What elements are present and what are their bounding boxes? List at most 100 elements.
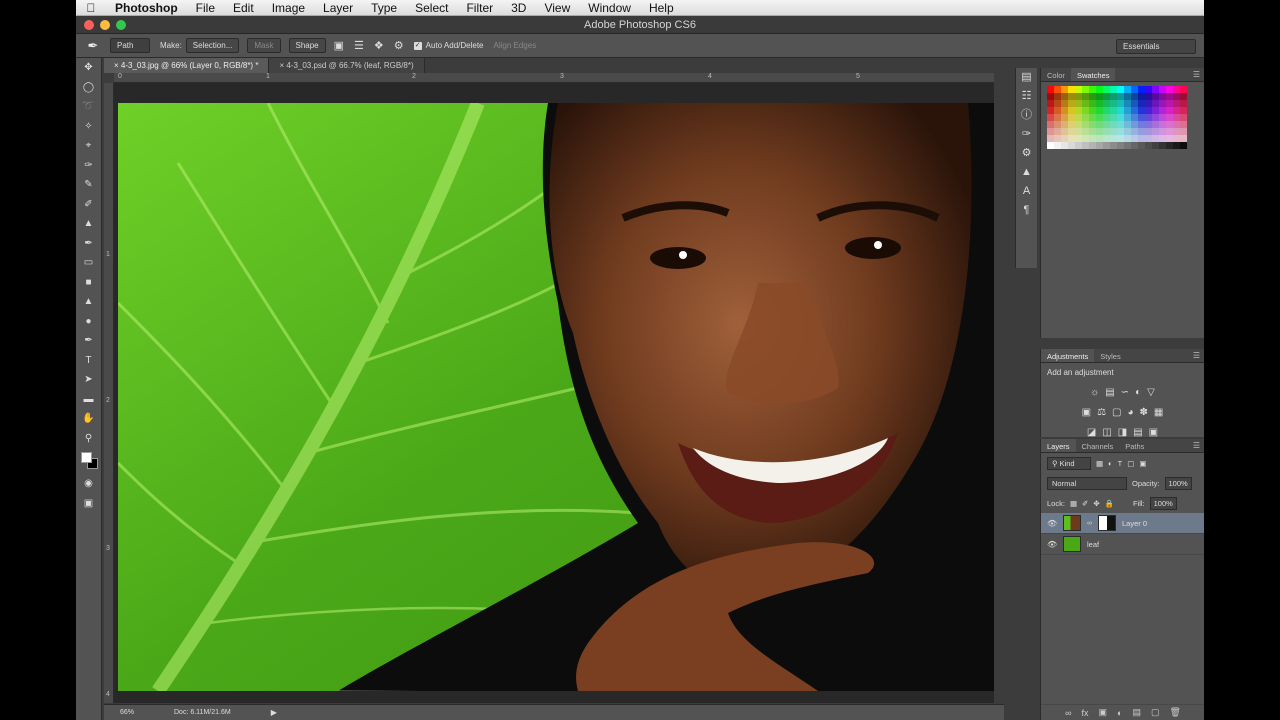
color-swatch[interactable] — [1159, 107, 1166, 114]
color-swatch[interactable] — [1173, 121, 1180, 128]
menu-select[interactable]: Select — [406, 1, 457, 15]
menu-file[interactable]: File — [187, 1, 224, 15]
document-tab[interactable]: × 4-3_03.jpg @ 66% (Layer 0, RGB/8*) * — [104, 58, 270, 73]
lock-transparent-icon[interactable]: ▦ — [1070, 499, 1077, 508]
color-swatch[interactable] — [1138, 142, 1145, 149]
color-swatch[interactable] — [1173, 86, 1180, 93]
color-swatch[interactable] — [1124, 107, 1131, 114]
lasso-tool-icon[interactable]: ➰ — [76, 97, 101, 117]
color-swatch[interactable] — [1089, 100, 1096, 107]
panel-menu-icon[interactable]: ☰ — [1193, 351, 1200, 360]
color-swatch[interactable] — [1075, 121, 1082, 128]
filter-adjustment-icon[interactable]: ◐ — [1108, 459, 1113, 468]
info-panel-icon[interactable]: ⓘ — [1016, 106, 1037, 125]
color-swatch[interactable] — [1124, 86, 1131, 93]
color-swatch[interactable] — [1145, 142, 1152, 149]
color-swatch[interactable] — [1145, 135, 1152, 142]
color-swatch[interactable] — [1096, 93, 1103, 100]
photo-filter-icon[interactable]: ◕ — [1127, 407, 1133, 418]
align-edges-option[interactable]: Align Edges — [494, 41, 537, 50]
marquee-tool-icon[interactable]: ◯ — [76, 78, 101, 98]
color-swatch[interactable] — [1068, 86, 1075, 93]
color-swatch[interactable] — [1096, 100, 1103, 107]
tab-styles[interactable]: Styles — [1094, 349, 1126, 362]
color-swatch[interactable] — [1180, 142, 1187, 149]
color-swatch[interactable] — [1054, 142, 1061, 149]
color-swatch[interactable] — [1047, 135, 1054, 142]
color-swatch[interactable] — [1159, 128, 1166, 135]
color-swatch[interactable] — [1068, 93, 1075, 100]
color-swatch[interactable] — [1117, 142, 1124, 149]
auto-add-delete-checkbox[interactable]: ✓ Auto Add/Delete — [413, 41, 484, 50]
color-swatch[interactable] — [1124, 142, 1131, 149]
gear-icon[interactable]: ⚙ — [394, 39, 404, 52]
color-swatch[interactable] — [1131, 135, 1138, 142]
color-swatch[interactable] — [1131, 114, 1138, 121]
paragraph-panel-icon[interactable]: ¶ — [1016, 201, 1037, 220]
color-swatch[interactable] — [1180, 114, 1187, 121]
color-swatch[interactable] — [1110, 86, 1117, 93]
color-swatch[interactable] — [1110, 121, 1117, 128]
color-swatch[interactable] — [1068, 107, 1075, 114]
vertical-ruler[interactable]: 1 2 3 4 — [104, 83, 114, 703]
filter-pixel-icon[interactable]: ▦ — [1096, 459, 1103, 468]
color-swatch[interactable] — [1152, 142, 1159, 149]
vibrance-icon[interactable]: ▽ — [1147, 387, 1155, 398]
color-swatch[interactable] — [1166, 100, 1173, 107]
path-alignment-icon[interactable]: ☰ — [354, 39, 364, 52]
screen-mode-icon[interactable]: ▣ — [76, 494, 101, 514]
color-swatch[interactable] — [1166, 128, 1173, 135]
color-swatch[interactable] — [1110, 93, 1117, 100]
menu-type[interactable]: Type — [362, 1, 406, 15]
color-swatch[interactable] — [1096, 135, 1103, 142]
color-swatch[interactable] — [1159, 93, 1166, 100]
brush-tool-icon[interactable]: ✐ — [76, 195, 101, 215]
color-swatch[interactable] — [1124, 128, 1131, 135]
color-swatch[interactable] — [1089, 107, 1096, 114]
color-swatch[interactable] — [1138, 128, 1145, 135]
color-swatch[interactable] — [1180, 100, 1187, 107]
trash-icon[interactable]: 🗑 — [1169, 707, 1180, 718]
color-swatch[interactable] — [1145, 100, 1152, 107]
color-swatch[interactable] — [1152, 114, 1159, 121]
curves-icon[interactable]: ∽ — [1121, 387, 1129, 398]
color-swatch[interactable] — [1047, 142, 1054, 149]
color-swatch[interactable] — [1138, 93, 1145, 100]
color-swatch[interactable] — [1103, 114, 1110, 121]
color-swatch[interactable] — [1103, 128, 1110, 135]
color-swatch[interactable] — [1124, 93, 1131, 100]
color-swatch[interactable] — [1096, 121, 1103, 128]
color-swatch[interactable] — [1117, 121, 1124, 128]
color-swatch[interactable] — [1124, 135, 1131, 142]
color-swatch[interactable] — [1082, 86, 1089, 93]
color-swatch[interactable] — [1180, 121, 1187, 128]
layer-style-icon[interactable]: fx — [1081, 708, 1088, 718]
color-swatch[interactable] — [1138, 114, 1145, 121]
brush-panel-icon[interactable]: ✑ — [1016, 125, 1037, 144]
hue-saturation-icon[interactable]: ▣ — [1082, 407, 1091, 418]
color-swatch[interactable] — [1145, 86, 1152, 93]
color-swatch[interactable] — [1061, 107, 1068, 114]
pen-tool-icon[interactable]: ✒ — [76, 331, 101, 351]
blend-mode-select[interactable]: Normal — [1047, 476, 1127, 490]
color-swatch[interactable] — [1096, 142, 1103, 149]
color-swatch[interactable] — [1103, 93, 1110, 100]
color-swatch[interactable] — [1138, 107, 1145, 114]
make-shape-button[interactable]: Shape — [288, 38, 326, 53]
zoom-window-button[interactable] — [116, 20, 126, 30]
color-swatch[interactable] — [1061, 142, 1068, 149]
color-swatch[interactable] — [1047, 93, 1054, 100]
color-swatch[interactable] — [1180, 107, 1187, 114]
color-swatch[interactable] — [1096, 114, 1103, 121]
swatch-grid[interactable] — [1041, 82, 1204, 153]
color-swatch[interactable] — [1173, 142, 1180, 149]
color-swatch[interactable] — [1131, 128, 1138, 135]
color-swatch[interactable] — [1047, 86, 1054, 93]
color-swatch[interactable] — [1166, 142, 1173, 149]
color-swatch[interactable] — [1159, 86, 1166, 93]
make-selection-button[interactable]: Selection... — [185, 38, 240, 53]
brightness-icon[interactable]: ☼ — [1090, 387, 1099, 398]
tab-paths[interactable]: Paths — [1119, 439, 1150, 452]
rectangle-tool-icon[interactable]: ▬ — [76, 390, 101, 410]
tool-mode-select[interactable]: Path — [110, 38, 150, 53]
